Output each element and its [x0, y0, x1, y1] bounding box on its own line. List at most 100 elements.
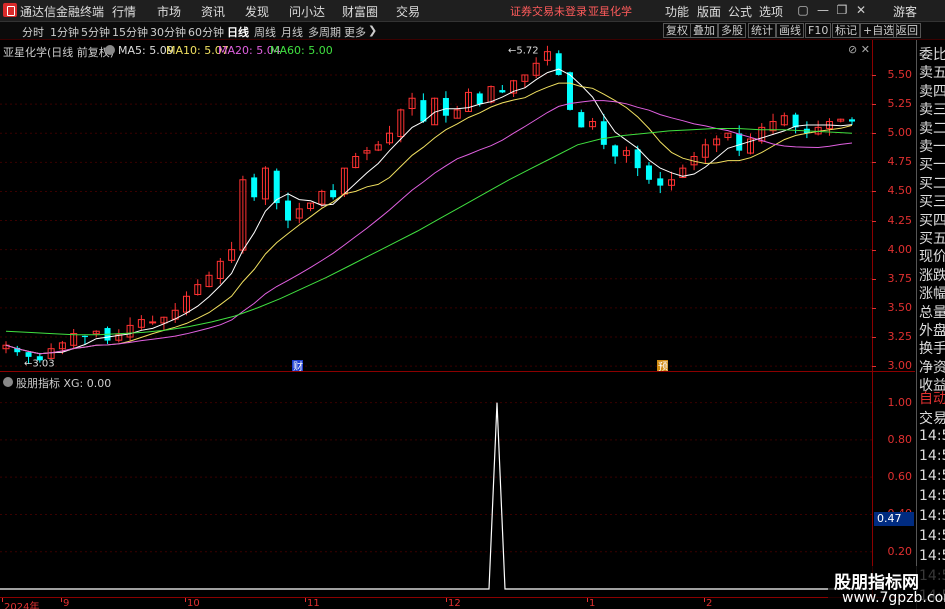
skin-icon[interactable]: ▢ — [795, 2, 811, 18]
side-panel-item[interactable]: 卖四 — [919, 81, 945, 101]
current-stock-name: 亚星化学 — [588, 5, 632, 18]
x-axis-dates: 2024年 9 10 11 12 1 2 — [0, 597, 915, 609]
side-panel-item[interactable]: 换手 — [919, 338, 945, 358]
candle-body — [792, 114, 799, 128]
menu-zixun[interactable]: 资讯 — [201, 3, 225, 20]
side-panel-item[interactable]: 涨跌 — [919, 265, 945, 285]
period-60min[interactable]: 60分钟 — [188, 24, 224, 40]
indicator-chart[interactable] — [0, 372, 915, 597]
period-daily[interactable]: 日线 — [227, 24, 249, 40]
candle-body — [578, 112, 585, 128]
menu-xuanxiang[interactable]: 选项 — [759, 3, 783, 20]
period-multi[interactable]: 多周期 — [308, 24, 341, 40]
side-panel-item[interactable]: 卖二 — [919, 118, 945, 138]
y-tick-mark — [872, 366, 876, 368]
period-more[interactable]: 更多 — [344, 24, 366, 40]
menu-hangqing[interactable]: 行情 — [112, 3, 136, 20]
side-panel-item[interactable]: 自动 — [919, 388, 945, 408]
tool-biaoji[interactable]: 标记 — [832, 23, 860, 38]
side-panel-item[interactable]: 外盘 — [919, 320, 945, 340]
title-bar: 通达信金融终端 行情 市场 资讯 发现 问小达 财富圈 交易 证券交易未登录 亚… — [0, 0, 945, 22]
login-alert[interactable]: 证券交易未登录 — [510, 3, 587, 19]
side-panel-item[interactable]: 14:55 — [919, 428, 945, 444]
y-tick-mark — [872, 162, 876, 164]
menu-banmian[interactable]: 版面 — [697, 3, 721, 20]
menu-faxian[interactable]: 发现 — [245, 3, 269, 20]
candle-body — [657, 178, 664, 186]
tool-tongji[interactable]: 统计 — [748, 23, 776, 38]
menu-caifuquan[interactable]: 财富圈 — [342, 3, 378, 20]
guest-login[interactable]: 游客 — [893, 3, 917, 20]
restore-icon[interactable]: ❐ — [834, 2, 850, 18]
period-5min[interactable]: 5分钟 — [81, 24, 110, 40]
x-tick-label: 11 — [307, 598, 320, 609]
side-panel-item[interactable]: 净资 — [919, 357, 945, 377]
side-panel-item[interactable]: 买四 — [919, 210, 945, 230]
menu-wenxiaoda[interactable]: 问小达 — [289, 3, 325, 20]
menu-gongneng[interactable]: 功能 — [665, 3, 689, 20]
period-15min[interactable]: 15分钟 — [112, 24, 148, 40]
side-panel-item[interactable]: 卖五 — [919, 62, 945, 82]
menu-shichang[interactable]: 市场 — [157, 3, 181, 20]
side-panel-item[interactable]: 买五 — [919, 228, 945, 248]
side-panel-item[interactable]: 现价 — [919, 246, 945, 266]
y-tick-label: 5.00 — [887, 126, 913, 140]
tool-f10[interactable]: F10 — [805, 23, 832, 38]
side-panel-item[interactable]: 卖一 — [919, 136, 945, 156]
menu-gongshi[interactable]: 公式 — [728, 3, 752, 20]
period-weekly[interactable]: 周线 — [254, 24, 276, 40]
minimize-icon[interactable]: — — [815, 2, 831, 18]
y-tick-mark — [872, 133, 876, 135]
side-panel-item[interactable]: 14:56 — [919, 548, 945, 564]
side-panel-item[interactable]: 14:56 — [919, 448, 945, 464]
side-panel-item[interactable]: 委比 — [919, 44, 945, 64]
y-tick-label: 0.60 — [887, 470, 913, 484]
side-panel-item[interactable]: 买一 — [919, 154, 945, 174]
side-panel-item[interactable]: 14:56 — [919, 508, 945, 524]
y-tick-label: 4.75 — [887, 155, 913, 169]
x-tick-mark — [2, 598, 3, 602]
candlestick-chart[interactable]: ←5.72←3.03 财预 — [0, 40, 915, 372]
candle-body — [600, 121, 607, 145]
side-panel-item[interactable]: 买三 — [919, 191, 945, 211]
period-fenshi[interactable]: 分时 — [22, 24, 44, 40]
side-panel-item[interactable]: 买二 — [919, 173, 945, 193]
y-tick-label: 3.75 — [887, 271, 913, 285]
x-tick-mark — [305, 598, 306, 602]
side-panel-item[interactable]: 涨幅 — [919, 283, 945, 303]
period-30min[interactable]: 30分钟 — [150, 24, 186, 40]
y-tick-mark — [872, 104, 876, 106]
y-tick-mark — [872, 191, 876, 193]
side-panel-item[interactable]: 交易 — [919, 408, 945, 428]
chevron-right-icon[interactable]: ❯ — [368, 24, 377, 37]
x-tick-mark — [587, 598, 588, 602]
tool-huaxian[interactable]: 画线 — [776, 23, 804, 38]
period-1min[interactable]: 1分钟 — [50, 24, 79, 40]
y-tick-mark — [872, 220, 876, 222]
close-icon[interactable]: ✕ — [853, 2, 869, 18]
settings-dot-icon[interactable] — [105, 45, 115, 55]
candle-body — [330, 190, 337, 198]
y-tick-label: 0.20 — [887, 544, 913, 558]
period-monthly[interactable]: 月线 — [281, 24, 303, 40]
menu-jiaoyi[interactable]: 交易 — [396, 3, 420, 20]
candle-body — [736, 133, 743, 151]
xg-signal-line — [0, 402, 872, 590]
side-panel-item[interactable]: 14:56 — [919, 488, 945, 504]
y-tick-label: 4.50 — [887, 184, 913, 198]
side-panel-item[interactable]: 总量 — [919, 302, 945, 322]
side-panel-item[interactable]: 卖三 — [919, 99, 945, 119]
tool-fanhui[interactable]: 返回 — [893, 23, 921, 38]
side-panel-item[interactable]: 14:56 — [919, 528, 945, 544]
chart-window-controls-icon[interactable]: ⊘ ✕ — [848, 43, 870, 56]
tool-zixuan[interactable]: +自选 — [860, 23, 898, 38]
tool-duogu[interactable]: 多股 — [718, 23, 746, 38]
ma60-line — [5, 128, 853, 336]
settings-dot-icon[interactable] — [3, 377, 13, 387]
candle-body — [612, 145, 619, 157]
tool-fuquan[interactable]: 复权 — [663, 23, 691, 38]
side-panel-item[interactable]: 14:56 — [919, 468, 945, 484]
candle-body — [645, 165, 652, 180]
candle-body — [285, 200, 291, 221]
tool-diejia[interactable]: 叠加 — [690, 23, 718, 38]
